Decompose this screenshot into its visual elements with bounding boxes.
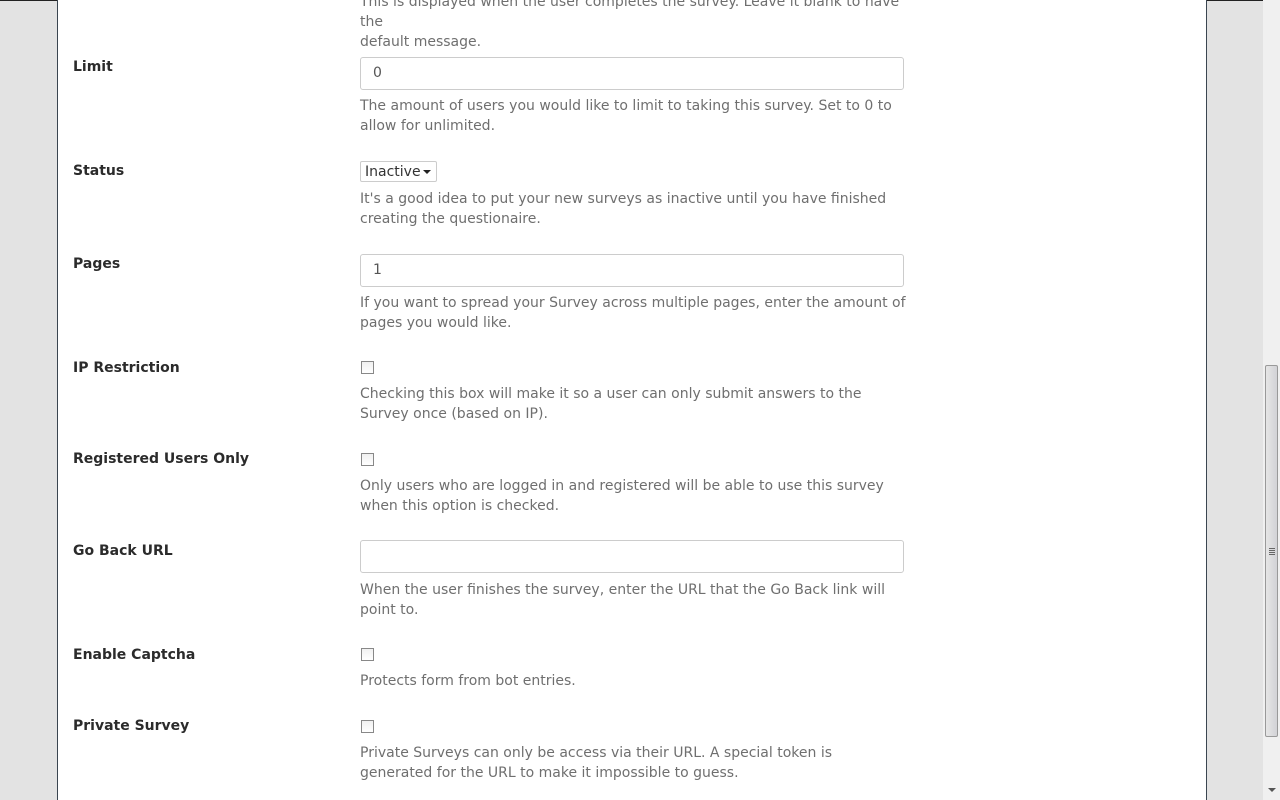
scrollbar[interactable] bbox=[1263, 0, 1280, 800]
registered-users-label: Registered Users Only bbox=[73, 451, 250, 467]
registered-users-help: Only users who are logged in and registe… bbox=[360, 478, 884, 514]
registered-users-checkbox[interactable] bbox=[361, 453, 374, 466]
status-help: It's a good idea to put your new surveys… bbox=[360, 191, 887, 227]
limit-input[interactable]: 0 bbox=[360, 57, 904, 90]
status-value: Inactive bbox=[365, 164, 421, 180]
grip-icon bbox=[1269, 548, 1275, 555]
go-back-url-input[interactable] bbox=[360, 540, 904, 573]
ip-restriction-label: IP Restriction bbox=[73, 360, 180, 376]
scrollbar-thumb[interactable] bbox=[1265, 365, 1278, 737]
pages-label: Pages bbox=[73, 256, 121, 272]
limit-label: Limit bbox=[73, 59, 113, 75]
complete-message-help: This is displayed when the user complete… bbox=[360, 0, 908, 52]
go-back-url-label: Go Back URL bbox=[73, 543, 173, 559]
scroll-down-arrow-icon[interactable] bbox=[1268, 788, 1276, 792]
limit-help: The amount of users you would like to li… bbox=[360, 98, 892, 134]
go-back-url-help: When the user finishes the survey, enter… bbox=[360, 582, 885, 618]
private-survey-label: Private Survey bbox=[73, 718, 190, 734]
status-label: Status bbox=[73, 163, 125, 179]
enable-captcha-help: Protects form from bot entries. bbox=[360, 673, 576, 689]
pages-help: If you want to spread your Survey across… bbox=[360, 295, 906, 331]
help-line: This is displayed when the user complete… bbox=[360, 0, 900, 30]
enable-captcha-label: Enable Captcha bbox=[73, 647, 196, 663]
ip-restriction-checkbox[interactable] bbox=[361, 361, 374, 374]
pages-input[interactable]: 1 bbox=[360, 254, 904, 287]
enable-captcha-checkbox[interactable] bbox=[361, 648, 374, 661]
chevron-down-icon bbox=[423, 170, 431, 174]
private-survey-checkbox[interactable] bbox=[361, 720, 374, 733]
help-line: default message. bbox=[360, 34, 482, 50]
ip-restriction-help: Checking this box will make it so a user… bbox=[360, 386, 862, 422]
private-survey-help: Private Surveys can only be access via t… bbox=[360, 745, 833, 781]
status-select[interactable]: Inactive bbox=[360, 161, 437, 182]
